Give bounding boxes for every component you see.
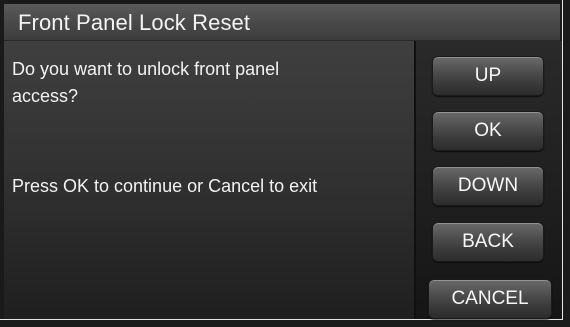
cancel-button[interactable]: CANCEL (428, 279, 552, 319)
instruction-text: Press OK to continue or Cancel to exit (12, 176, 318, 196)
down-button[interactable]: DOWN (432, 166, 544, 206)
back-button[interactable]: BACK (432, 222, 544, 262)
question-text-line1: Do you want to unlock front panel (12, 59, 280, 79)
up-button[interactable]: UP (432, 56, 544, 96)
ok-button[interactable]: OK (432, 111, 544, 151)
question-text-line2: access? (12, 86, 79, 106)
page-title: Front Panel Lock Reset (18, 10, 251, 35)
message-panel: Do you want to unlock front panel access… (4, 41, 416, 319)
title-bar: Front Panel Lock Reset (4, 4, 560, 41)
front-panel-screen: Front Panel Lock Reset Do you want to un… (0, 0, 570, 327)
